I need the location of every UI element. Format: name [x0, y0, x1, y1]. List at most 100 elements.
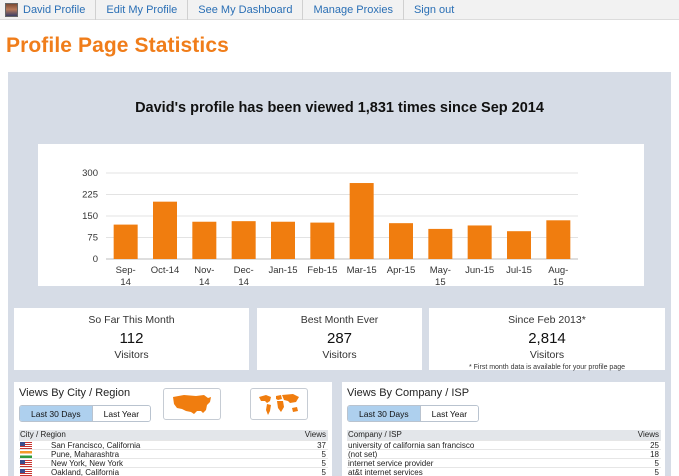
nav-dashboard-link[interactable]: See My Dashboard — [188, 0, 304, 20]
views-by-company-title: Views By Company / ISP — [347, 387, 470, 399]
x-tick-label: Mar-15 — [347, 265, 377, 276]
x-tick-label: Aug- — [548, 265, 568, 276]
x-tick-label: May- — [430, 265, 451, 276]
y-tick-label: 0 — [93, 254, 98, 265]
world-map-icon — [259, 394, 299, 415]
city-last-30-days-button[interactable]: Last 30 Days — [20, 406, 93, 421]
chart-bar — [192, 221, 217, 259]
y-tick-label: 300 — [82, 168, 98, 179]
stat-best-month-unit: Visitors — [322, 349, 357, 361]
x-tick-label: Nov- — [194, 265, 214, 276]
us-flag-icon — [20, 459, 32, 467]
x-tick-label: Jun-15 — [465, 265, 494, 276]
city-views-col-header: Views — [304, 430, 326, 439]
x-tick-label: 14 — [199, 277, 210, 286]
x-tick-label: 14 — [238, 277, 249, 286]
city-table-header: City / Region Views — [19, 430, 328, 440]
page-title: Profile Page Statistics — [6, 34, 229, 57]
city-name: Pune, Maharashtra — [51, 449, 120, 459]
x-tick-label: Dec- — [234, 265, 254, 276]
nav-profile-label: David Profile — [23, 3, 86, 16]
views-by-company-box: Views By Company / ISP Last 30 Days Last… — [342, 382, 665, 476]
table-row: New York, New York 5 — [19, 458, 328, 468]
table-row: university of california san francisco 2… — [347, 440, 661, 450]
stat-this-month-value: 112 — [119, 330, 144, 347]
us-map-button[interactable] — [163, 388, 221, 420]
x-tick-label: Apr-15 — [387, 265, 416, 276]
city-range-toggle: Last 30 Days Last Year — [19, 405, 152, 422]
stat-since-start-note: * First month data is available for your… — [468, 364, 626, 371]
world-map-button[interactable] — [250, 388, 308, 420]
monthly-views-chart: 0 75 150 225 300 Sep- 14 Oct-14 Nov- 14 Dec- 14 Jan-… — [38, 144, 644, 286]
stat-since-start: Since Feb 2013* 2,814 Visitors * First m… — [429, 308, 665, 371]
company-views-col-header: Views — [637, 430, 659, 439]
chart-bar — [467, 225, 492, 259]
chart-bar — [546, 220, 571, 259]
x-tick-label: Feb-15 — [307, 265, 337, 276]
chart-bar — [349, 183, 374, 259]
chart-bar — [428, 228, 453, 259]
stat-best-month-label: Best Month Ever — [300, 314, 379, 326]
table-row: internet service provider 5 — [347, 458, 661, 468]
x-tick-label: 14 — [120, 277, 131, 286]
nav-edit-profile-label: Edit My Profile — [106, 3, 178, 16]
x-tick-label: 15 — [435, 277, 446, 286]
nav-manage-proxies-label: Manage Proxies — [313, 3, 393, 16]
stat-since-start-value: 2,814 — [528, 330, 566, 347]
company-last-year-button[interactable]: Last Year — [420, 406, 479, 421]
x-tick-label: Jan-15 — [268, 265, 297, 276]
nav-profile-link[interactable]: David Profile — [0, 0, 97, 20]
table-row: Pune, Maharashtra 5 — [19, 449, 328, 459]
nav-sign-out-label: Sign out — [413, 3, 455, 16]
nav-edit-profile-link[interactable]: Edit My Profile — [96, 0, 189, 20]
company-last-30-days-button[interactable]: Last 30 Days — [348, 406, 421, 421]
y-tick-label: 150 — [82, 211, 98, 222]
company-views: 5 — [654, 459, 659, 468]
y-tick-label: 225 — [82, 190, 98, 201]
city-name: New York, New York — [51, 458, 124, 468]
views-by-city-title: Views By City / Region — [19, 387, 131, 399]
us-map-icon — [173, 395, 211, 414]
x-tick-label: Jul-15 — [506, 265, 532, 276]
stat-since-start-unit: Visitors — [529, 349, 565, 361]
company-views: 25 — [650, 441, 659, 450]
stat-best-month-value: 287 — [326, 330, 353, 347]
avatar — [5, 2, 18, 17]
views-headline: David's profile has been viewed 1,831 ti… — [135, 100, 544, 116]
company-col-header: Company / ISP — [348, 430, 402, 439]
city-name: San Francisco, California — [51, 440, 141, 450]
company-table: Company / ISP Views university of califo… — [347, 430, 661, 476]
chart-bar — [231, 221, 256, 259]
nav-manage-proxies-link[interactable]: Manage Proxies — [303, 0, 404, 20]
company-name: (not set) — [348, 449, 378, 459]
company-views: 18 — [650, 450, 659, 459]
us-flag-icon — [20, 441, 32, 449]
x-tick-label: Oct-14 — [151, 265, 180, 276]
x-tick-label: Sep- — [116, 265, 136, 276]
y-tick-label: 75 — [87, 233, 98, 244]
company-name: internet service provider — [348, 458, 434, 468]
stat-best-month: Best Month Ever 287 Visitors — [257, 308, 422, 370]
us-flag-icon — [20, 468, 32, 476]
table-row: at&t internet services 5 — [347, 467, 661, 476]
x-tick-label: 15 — [553, 277, 564, 286]
top-nav: David Profile Edit My Profile See My Das… — [0, 0, 679, 20]
city-col-header: City / Region — [20, 430, 66, 439]
city-table: City / Region Views San Francisco, Calif… — [19, 430, 328, 476]
company-table-header: Company / ISP Views — [347, 430, 661, 440]
city-views: 5 — [321, 450, 326, 459]
city-views: 5 — [321, 459, 326, 468]
city-name: Oakland, California — [51, 467, 120, 476]
stat-since-start-label: Since Feb 2013* — [508, 314, 586, 326]
company-name: at&t internet services — [348, 467, 423, 476]
company-range-toggle: Last 30 Days Last Year — [347, 405, 480, 422]
company-views: 5 — [654, 468, 659, 476]
stat-this-month-label: So Far This Month — [88, 314, 175, 326]
chart-bar — [113, 224, 138, 259]
city-views: 37 — [317, 441, 326, 450]
table-row: (not set) 18 — [347, 449, 661, 459]
city-last-year-button[interactable]: Last Year — [92, 406, 151, 421]
city-views: 5 — [321, 468, 326, 476]
nav-sign-out-link[interactable]: Sign out — [404, 0, 464, 20]
table-row: San Francisco, California 37 — [19, 440, 328, 450]
